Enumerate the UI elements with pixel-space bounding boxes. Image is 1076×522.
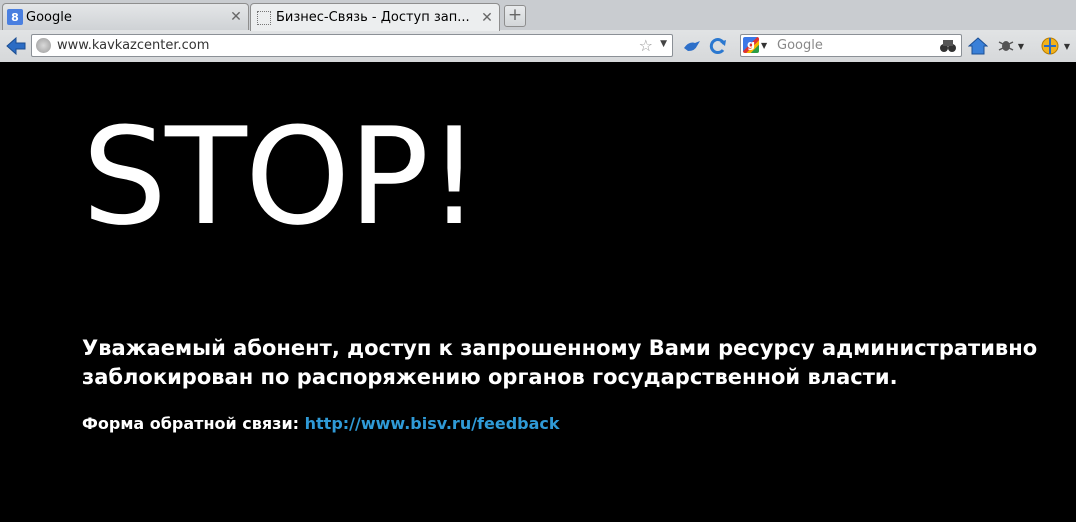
tab-title: Google — [26, 9, 72, 25]
google-engine-icon[interactable]: g — [743, 37, 759, 53]
blank-page-icon — [257, 10, 271, 25]
binoculars-icon — [940, 40, 956, 52]
reload-button[interactable] — [708, 36, 728, 56]
bug-icon — [998, 41, 1014, 51]
back-button[interactable] — [5, 35, 27, 57]
search-go-button[interactable] — [938, 36, 958, 56]
tab-title: Бизнес-Связь - Доступ зап... — [276, 10, 470, 25]
bookmark-button[interactable] — [682, 36, 702, 56]
extension-button[interactable] — [1040, 36, 1060, 56]
dropdown-arrow-icon: ▼ — [1063, 41, 1071, 51]
tab-close-icon[interactable]: ✕ — [479, 10, 495, 26]
site-identity-icon[interactable] — [36, 38, 51, 53]
tab-close-icon[interactable]: ✕ — [228, 9, 244, 25]
stop-heading: STOP! — [82, 99, 481, 255]
bookmark-star-icon[interactable]: ☆ — [639, 36, 653, 55]
block-message-line-1: Уважаемый абонент, доступ к запрошенному… — [82, 336, 1038, 360]
extension-dropdown[interactable]: ▼ — [1062, 36, 1072, 56]
navigation-toolbar: www.kavkazcenter.com ☆ ▼ g ▼ Google ▼ ▼ — [0, 31, 1076, 61]
addon-dropdown[interactable]: ▼ — [1016, 36, 1026, 56]
engine-dropdown-icon[interactable]: ▼ — [761, 41, 767, 50]
addon-button[interactable] — [996, 36, 1016, 56]
feedback-link[interactable]: http://www.bisv.ru/feedback — [305, 414, 560, 433]
dropdown-arrow-icon: ▼ — [1017, 41, 1025, 51]
tab-bar: 8 Google ✕ Бизнес-Связь - Доступ зап... … — [0, 0, 1076, 31]
google-favicon-icon: 8 — [7, 9, 23, 25]
home-icon — [968, 37, 988, 55]
feedback-label: Форма обратной связи: — [82, 414, 300, 433]
new-tab-button[interactable]: + — [504, 5, 526, 27]
block-message: Уважаемый абонент, доступ к запрошенному… — [82, 334, 1042, 392]
home-button[interactable] — [968, 36, 988, 56]
browser-chrome: 8 Google ✕ Бизнес-Связь - Доступ зап... … — [0, 0, 1076, 63]
history-dropdown-icon[interactable]: ▼ — [660, 39, 667, 49]
tab-google[interactable]: 8 Google ✕ — [2, 3, 249, 30]
address-bar[interactable]: www.kavkazcenter.com ☆ ▼ — [31, 34, 673, 57]
reload-icon — [709, 38, 726, 55]
tab-bisv-blocked[interactable]: Бизнес-Связь - Доступ зап... ✕ — [250, 3, 500, 31]
blue-bird-icon — [684, 41, 700, 51]
url-text[interactable]: www.kavkazcenter.com — [57, 38, 209, 53]
search-box[interactable]: g ▼ Google — [740, 34, 962, 57]
search-placeholder[interactable]: Google — [777, 38, 823, 53]
blocked-page: STOP! Уважаемый абонент, доступ к запрош… — [0, 62, 1076, 522]
back-arrow-icon — [6, 36, 26, 56]
block-message-line-2: заблокирован по распоряжению органов гос… — [82, 365, 898, 389]
globe-icon — [1041, 37, 1059, 55]
feedback-line: Форма обратной связи: http://www.bisv.ru… — [82, 414, 560, 433]
